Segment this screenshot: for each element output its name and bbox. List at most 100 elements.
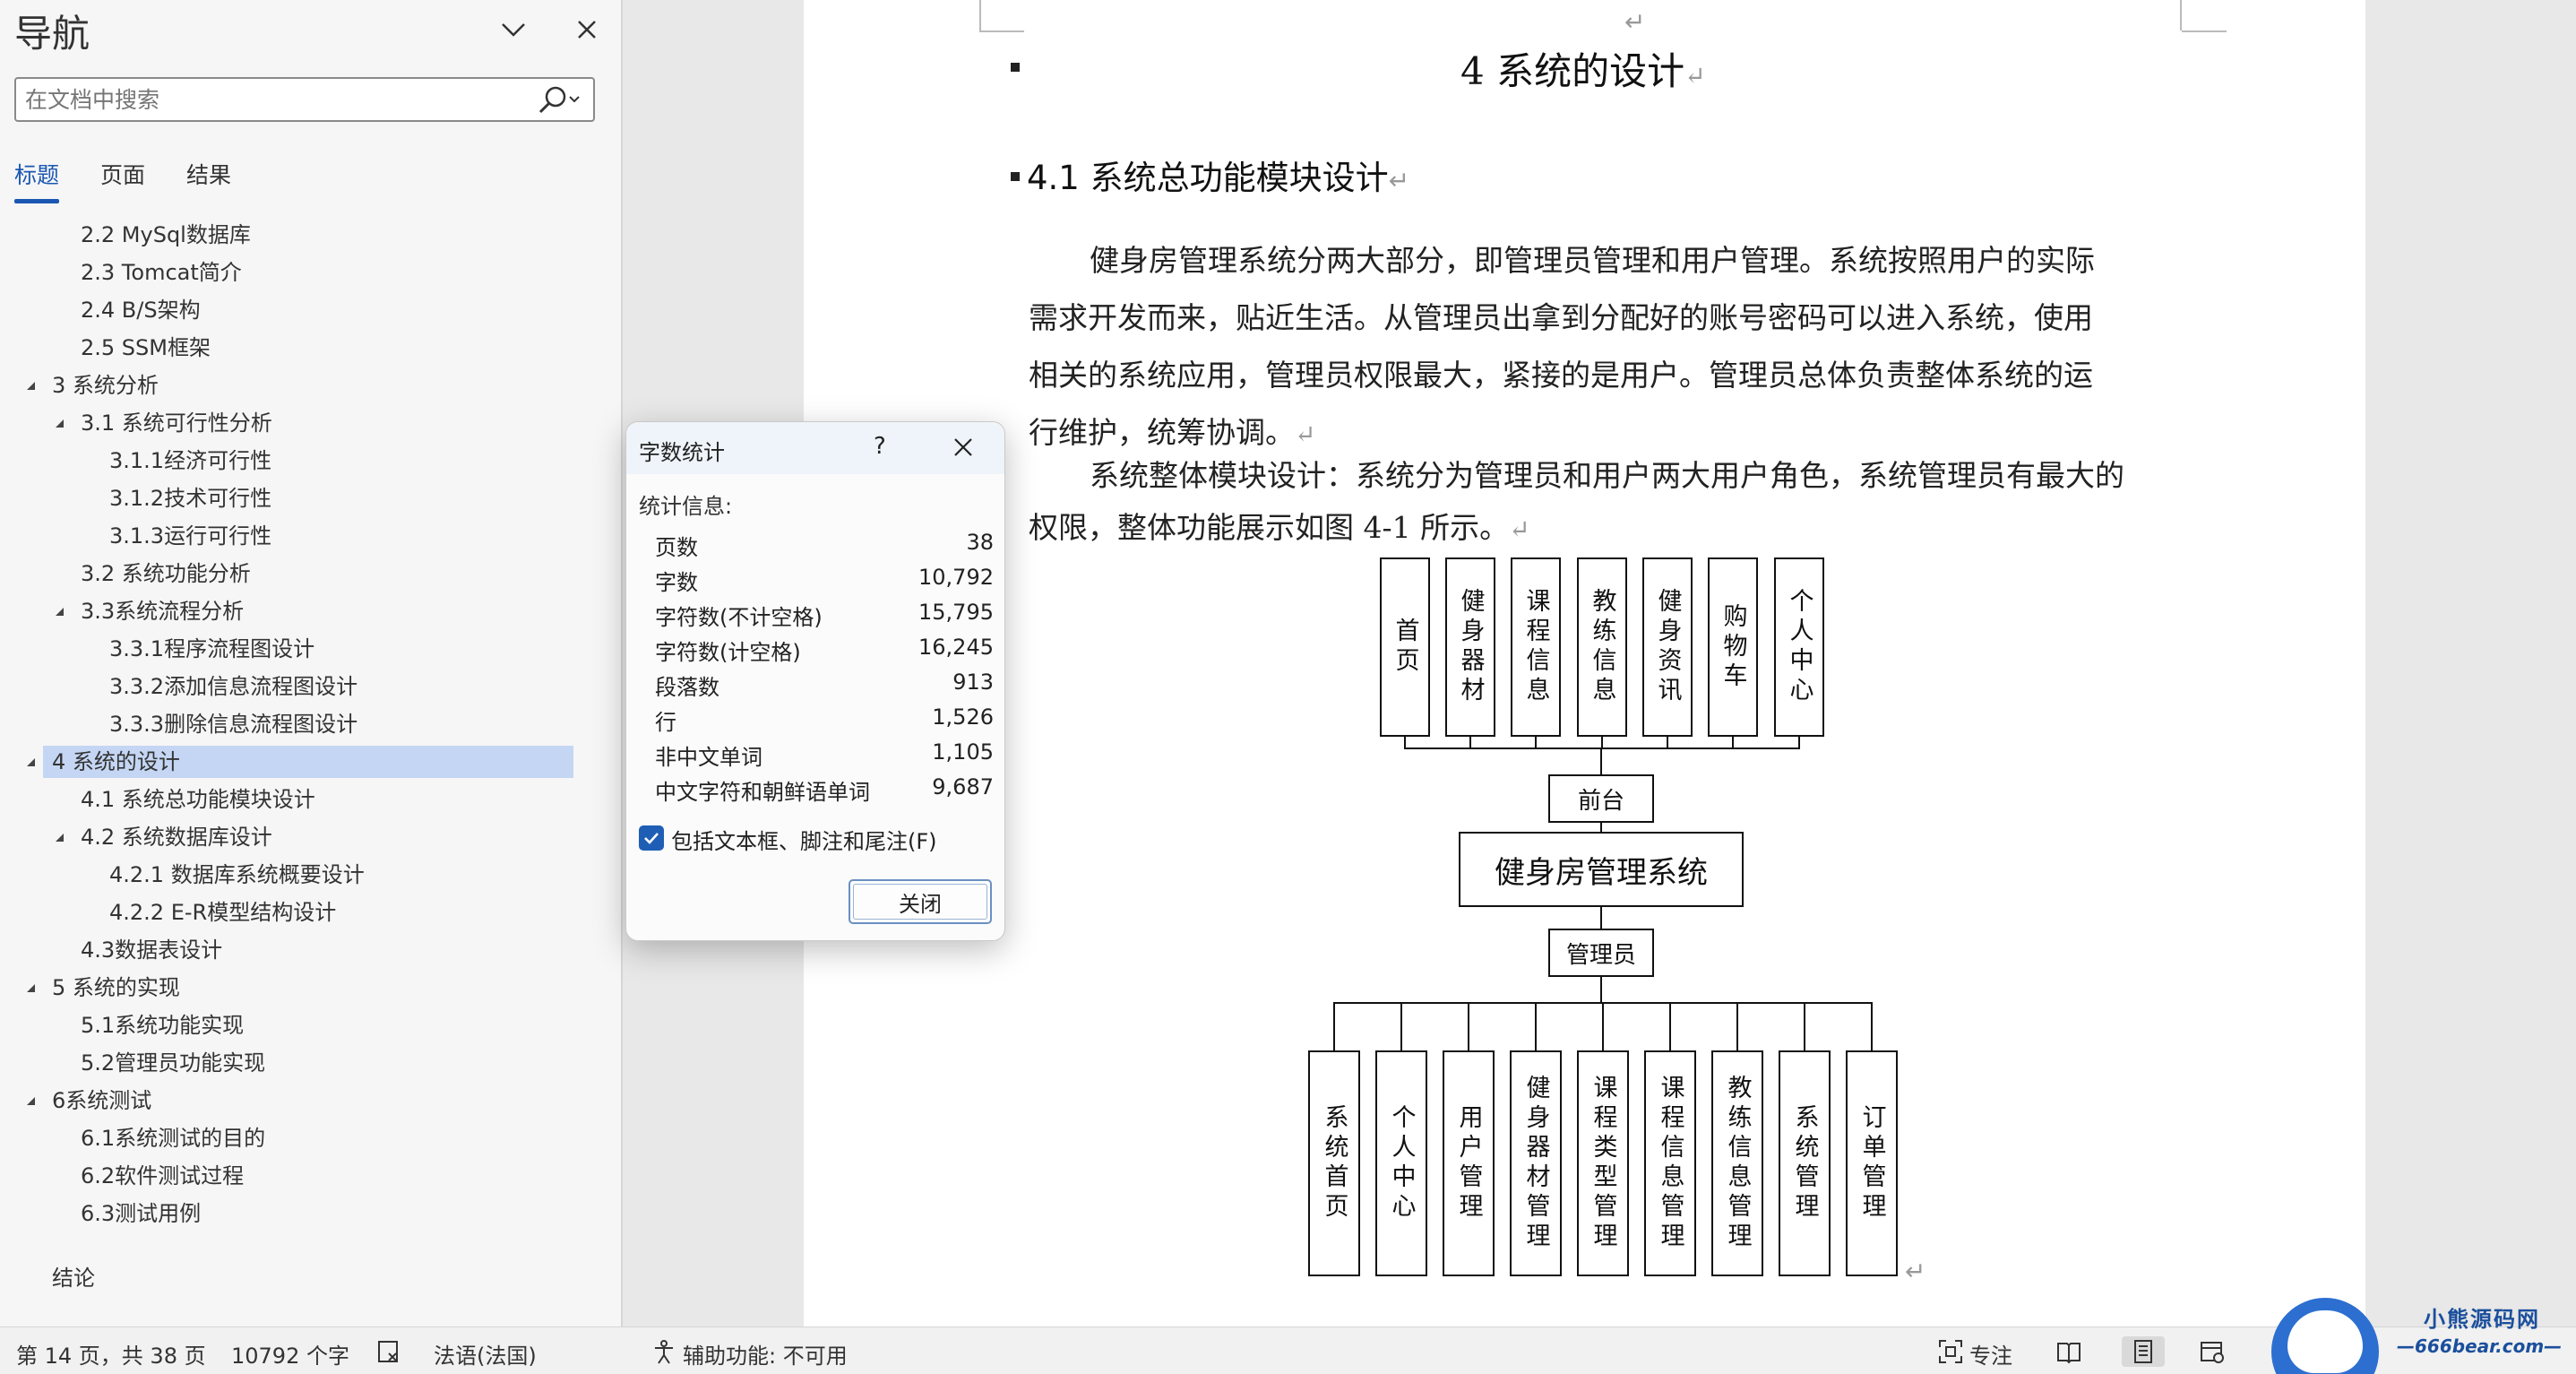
nav-heading-item[interactable]: 4 系统的设计 xyxy=(43,746,573,778)
paragraph-line[interactable]: 系统整体模块设计：系统分为管理员和用户两大用户角色，系统管理员有最大的 xyxy=(1090,452,2124,495)
search-button[interactable] xyxy=(534,84,582,120)
help-button[interactable]: ? xyxy=(874,433,886,460)
nav-heading-item[interactable]: 4.2 系统数据库设计 xyxy=(81,821,272,853)
paragraph-line[interactable]: 需求开发而来，贴近生活。从管理员出拿到分配好的账号密码可以进入系统，使用 xyxy=(1029,294,2093,337)
nav-heading-item[interactable]: 6系统测试 xyxy=(52,1085,151,1117)
nav-heading-item[interactable]: 4.3数据表设计 xyxy=(81,934,222,966)
nav-heading-item[interactable]: 3.1.3运行可行性 xyxy=(109,520,271,552)
dialog-close-button[interactable] xyxy=(947,431,979,463)
stat-row: 中文字符和朝鲜语单词 9,687 xyxy=(655,774,994,807)
nav-heading-item[interactable]: 3.1 系统可行性分析 xyxy=(81,407,272,439)
word-count-status[interactable]: 10792 个字 xyxy=(231,1338,349,1370)
nav-options-button[interactable] xyxy=(491,7,536,52)
nav-heading-label: 5.1系统功能实现 xyxy=(81,1013,245,1038)
web-layout-button[interactable] xyxy=(2197,1336,2227,1367)
close-icon xyxy=(578,21,596,39)
watermark-line1: 小熊源码网 xyxy=(2424,1307,2540,1332)
nav-heading-item[interactable]: 3.1.2技术可行性 xyxy=(109,482,271,514)
include-textboxes-checkbox[interactable] xyxy=(639,825,664,851)
nav-heading-item[interactable]: 3.3.3删除信息流程图设计 xyxy=(109,708,358,740)
nav-heading-item[interactable]: 2.4 B/S架构 xyxy=(81,294,201,326)
stat-value: 38 xyxy=(966,530,994,555)
focus-button[interactable] xyxy=(1935,1336,1966,1367)
watermark-line2: —666bear.com— xyxy=(2397,1335,2563,1357)
proofing-button[interactable] xyxy=(375,1336,405,1367)
close-button[interactable]: 关闭 xyxy=(849,879,992,924)
focus-label[interactable]: 专注 xyxy=(1969,1338,2012,1370)
expand-toggle[interactable] xyxy=(50,407,68,439)
nav-heading-item[interactable]: 6.1系统测试的目的 xyxy=(81,1122,265,1154)
nav-heading-item[interactable]: 5.2管理员功能实现 xyxy=(81,1047,265,1079)
nav-heading-item[interactable]: 3.3系统流程分析 xyxy=(81,595,244,627)
paragraph-line[interactable]: 行维护，统筹协调。↵ xyxy=(1029,409,1315,452)
expand-toggle[interactable] xyxy=(22,1085,39,1117)
stat-label: 页数 xyxy=(655,535,698,560)
nav-heading-item[interactable]: 3.3.1程序流程图设计 xyxy=(109,633,314,665)
nav-heading-item[interactable]: 2.2 MySql数据库 xyxy=(81,219,251,251)
top-module-box: 首页 xyxy=(1380,557,1430,737)
expand-toggle[interactable] xyxy=(22,972,39,1004)
tab-results[interactable]: 结果 xyxy=(186,158,231,190)
bottom-module-box-label: 系统管理 xyxy=(1790,1104,1819,1223)
search-icon xyxy=(538,86,580,114)
top-module-box: 购物车 xyxy=(1708,557,1758,737)
collapse-triangle-icon xyxy=(27,1097,35,1105)
language-status[interactable]: 法语(法国) xyxy=(434,1338,537,1370)
nav-close-button[interactable] xyxy=(564,7,609,52)
collapse-triangle-icon xyxy=(56,834,64,842)
bottom-module-box: 教练信息管理 xyxy=(1711,1050,1763,1276)
expand-toggle[interactable] xyxy=(50,821,68,853)
nav-heading-item[interactable]: 3.1.1经济可行性 xyxy=(109,445,271,477)
front-box-label: 前台 xyxy=(1577,787,1624,815)
heading-1[interactable]: 4 系统的设计↵ xyxy=(1460,41,1706,96)
top-module-box: 课程信息 xyxy=(1511,557,1561,737)
bottom-module-box: 课程类型管理 xyxy=(1577,1050,1629,1276)
nav-heading-item[interactable]: 6.2软件测试过程 xyxy=(81,1160,244,1192)
heading-2[interactable]: 4.1 系统总功能模块设计↵ xyxy=(1027,151,1409,199)
include-textboxes-label[interactable]: 包括文本框、脚注和尾注(F) xyxy=(671,824,937,855)
nav-heading-item[interactable]: 2.5 SSM框架 xyxy=(81,332,211,364)
stat-label: 中文字符和朝鲜语单词 xyxy=(655,780,870,805)
search-input[interactable] xyxy=(16,79,518,120)
nav-heading-label: 4.1 系统总功能模块设计 xyxy=(81,787,315,812)
nav-heading-item[interactable]: 4.2.1 数据库系统概要设计 xyxy=(109,859,365,891)
nav-heading-item[interactable]: 2.3 Tomcat简介 xyxy=(81,256,242,289)
nav-heading-item[interactable]: 4.1 系统总功能模块设计 xyxy=(81,783,315,816)
paragraph-line[interactable]: 相关的系统应用，管理员权限最大，紧接的是用户。管理员总体负责整体系统的运 xyxy=(1029,351,2093,394)
crop-mark xyxy=(979,30,1024,32)
crop-mark xyxy=(979,0,981,30)
nav-heading-item[interactable]: 3 系统分析 xyxy=(52,369,159,402)
nav-heading-label: 2.3 Tomcat简介 xyxy=(81,260,242,285)
expand-toggle[interactable] xyxy=(22,746,39,778)
nav-heading-item[interactable]: 6.3测试用例 xyxy=(81,1197,201,1230)
tab-headings[interactable]: 标题 xyxy=(14,158,60,203)
paragraph-line[interactable]: 健身房管理系统分两大部分，即管理员管理和用户管理。系统按照用户的实际 xyxy=(1090,237,2095,280)
nav-heading-label: 4 系统的设计 xyxy=(52,749,180,774)
connector-line xyxy=(1804,1002,1805,1050)
word-count-dialog: 字数统计 ? 统计信息: 页数 38 字数 10,792 字符数(不计空格) 15,795… xyxy=(625,421,1005,941)
accessibility-status[interactable]: 辅助功能: 不可用 xyxy=(683,1338,848,1370)
tab-pages[interactable]: 页面 xyxy=(100,158,145,190)
nav-heading-item[interactable]: 5.1系统功能实现 xyxy=(81,1009,244,1041)
paragraph-line[interactable]: 权限，整体功能展示如图 4-1 所示。↵ xyxy=(1029,504,1530,547)
bottom-module-box: 个人中心 xyxy=(1375,1050,1427,1276)
nav-heading-item[interactable]: 结论 xyxy=(52,1262,95,1294)
paragraph-text: 需求开发而来，贴近生活。从管理员出拿到分配好的账号密码可以进入系统，使用 xyxy=(1029,300,2093,335)
accessibility-button[interactable] xyxy=(649,1336,679,1367)
nav-heading-item[interactable]: 3.3.2添加信息流程图设计 xyxy=(109,670,358,703)
top-module-box: 健身资讯 xyxy=(1642,557,1693,737)
read-mode-button[interactable] xyxy=(2054,1336,2084,1367)
expand-toggle[interactable] xyxy=(50,595,68,627)
page-info[interactable]: 第 14 页，共 38 页 xyxy=(16,1338,206,1370)
nav-heading-item[interactable]: 4.2.2 E-R模型结构设计 xyxy=(109,896,336,929)
nav-heading-item[interactable]: 5 系统的实现 xyxy=(52,972,180,1004)
nav-heading-label: 6.2软件测试过程 xyxy=(81,1163,245,1188)
bottom-module-box-label: 用户管理 xyxy=(1454,1104,1483,1223)
expand-toggle[interactable] xyxy=(22,369,39,402)
collapse-triangle-icon xyxy=(27,984,35,992)
stat-row: 行 1,526 xyxy=(655,704,994,737)
stat-label: 字符数(计空格) xyxy=(655,640,801,665)
collapse-triangle-icon xyxy=(56,419,64,428)
nav-heading-item[interactable]: 3.2 系统功能分析 xyxy=(81,557,251,590)
print-layout-button[interactable] xyxy=(2122,1336,2165,1367)
